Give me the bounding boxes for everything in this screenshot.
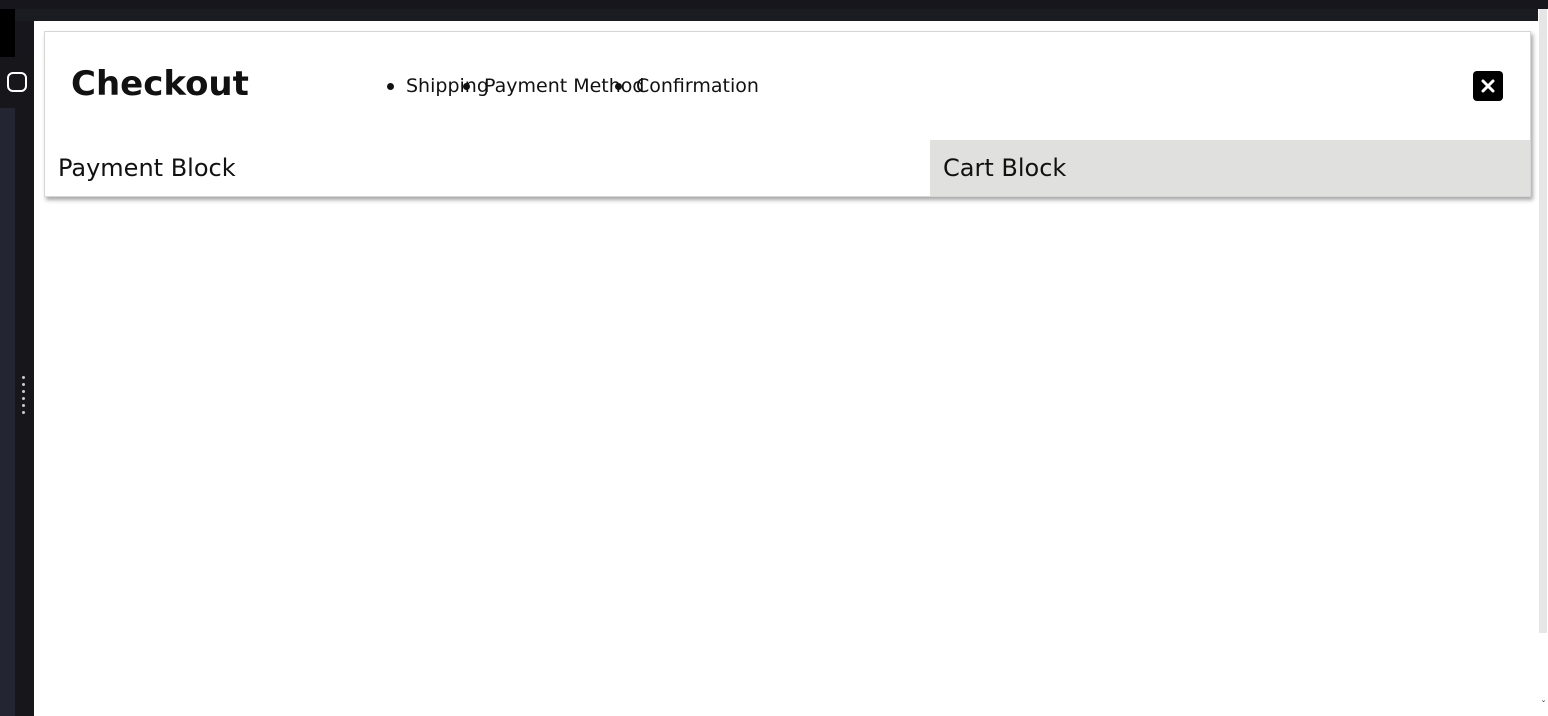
step-bullet-icon xyxy=(463,83,470,90)
step-confirmation[interactable]: Confirmation xyxy=(636,75,759,97)
step-bullet-icon xyxy=(387,83,394,90)
checkout-title: Checkout xyxy=(71,64,249,104)
panel-toggle-icon[interactable] xyxy=(7,72,27,92)
checkout-modal: Checkout Shipping Payment Method Confirm… xyxy=(44,31,1531,197)
cart-block: Cart Block xyxy=(930,140,1530,196)
resize-handle-icon[interactable] xyxy=(22,376,26,424)
cart-block-label: Cart Block xyxy=(943,154,1067,182)
close-button[interactable] xyxy=(1473,71,1503,101)
checkout-header: Checkout Shipping Payment Method Confirm… xyxy=(45,32,1530,141)
scroll-down-icon[interactable]: ˇ xyxy=(1541,700,1546,711)
scrollbar-thumb[interactable] xyxy=(1539,9,1547,633)
close-icon xyxy=(1481,79,1495,93)
editor-top-bar xyxy=(0,9,1538,21)
payment-block: Payment Block xyxy=(45,140,930,196)
step-bullet-icon xyxy=(615,83,622,90)
step-shipping[interactable]: Shipping xyxy=(406,75,489,97)
editor-left-strip xyxy=(0,108,15,716)
payment-block-label: Payment Block xyxy=(58,154,236,182)
editor-corner xyxy=(0,9,15,57)
